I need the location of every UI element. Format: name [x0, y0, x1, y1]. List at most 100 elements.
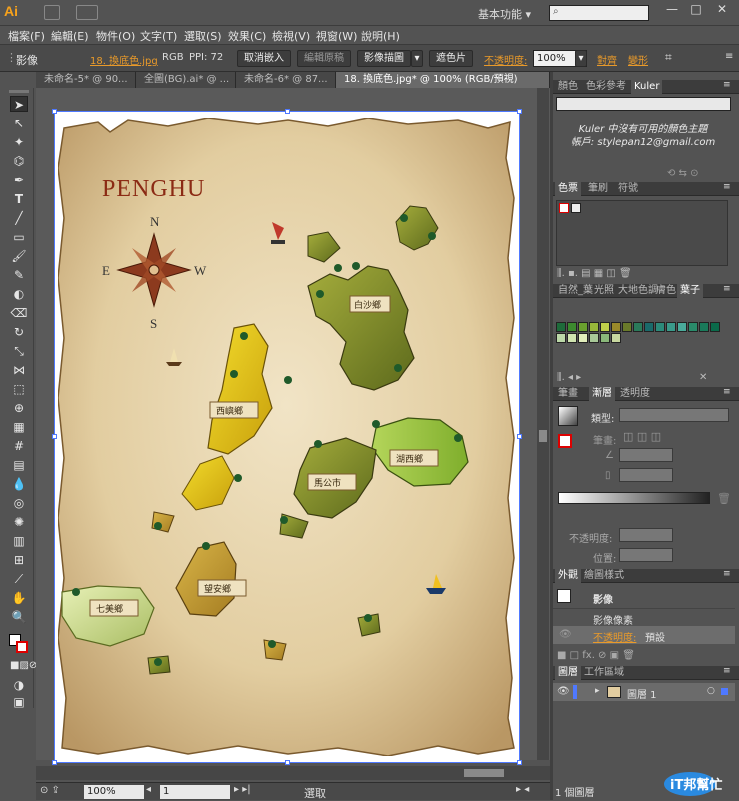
vertical-scrollbar[interactable] [537, 88, 549, 760]
pen-tool-icon[interactable]: ✒ [10, 172, 28, 188]
width-tool-icon[interactable]: ⋈ [10, 362, 28, 378]
tab-layers[interactable]: 圖層 [555, 666, 581, 680]
panel-menu-icon[interactable]: ≡ [723, 387, 731, 397]
edit-original-button[interactable]: 編輯原稿 [297, 50, 351, 67]
leaf-swatch[interactable] [666, 322, 676, 332]
symbol-sprayer-tool-icon[interactable]: ✺ [10, 514, 28, 530]
handle-tl[interactable] [52, 109, 57, 114]
leaf-swatch[interactable] [677, 322, 687, 332]
tab-stroke[interactable]: 筆畫 [555, 387, 581, 401]
menu-effect[interactable]: 效果(C) [228, 28, 266, 44]
panel-menu-icon[interactable]: ≡ [723, 182, 731, 192]
lasso-tool-icon[interactable]: ⌬ [10, 153, 28, 169]
horizontal-scrollbar[interactable] [36, 766, 550, 780]
library-close-icon[interactable]: ✕ [699, 372, 707, 383]
menu-view[interactable]: 檢視(V) [272, 28, 310, 44]
shape-builder-tool-icon[interactable]: ⊕ [10, 400, 28, 416]
toolbox-grip[interactable] [9, 90, 29, 93]
appearance-row-opacity[interactable]: 👁 不透明度: 預設 [553, 626, 735, 644]
doc-tab-3[interactable]: 未命名-6* @ 87... [236, 72, 336, 88]
menu-help[interactable]: 說明(H) [361, 28, 400, 44]
handle-tm[interactable] [285, 109, 290, 114]
appearance-opacity-link[interactable]: 不透明度: [593, 629, 636, 644]
appearance-row-pixels[interactable]: 影像像素 [553, 608, 735, 627]
layer-row[interactable]: 👁 ▸ 圖層 1 ○ [553, 683, 735, 701]
visibility-eye-icon[interactable]: 👁 [559, 629, 572, 640]
trace-preset-dropdown[interactable]: ▾ [411, 50, 423, 67]
menu-select[interactable]: 選取(S) [184, 28, 222, 44]
artboard-number-field[interactable]: 1 [160, 785, 230, 799]
graph-tool-icon[interactable]: ▥ [10, 533, 28, 549]
type-tool-icon[interactable]: T [10, 191, 28, 207]
gradient-opacity-field[interactable] [619, 528, 673, 542]
gradient-slider[interactable] [558, 492, 710, 504]
leaf-swatch[interactable] [611, 333, 621, 343]
panel-menu-icon[interactable]: ≡ [723, 666, 731, 676]
slice-tool-icon[interactable]: ⟋ [10, 571, 28, 587]
blob-brush-tool-icon[interactable]: ◐ [10, 286, 28, 302]
panel-menu-icon[interactable]: ≡ [723, 569, 731, 579]
leaf-swatch[interactable] [556, 333, 566, 343]
handle-bl[interactable] [52, 760, 57, 765]
handle-br[interactable] [517, 760, 522, 765]
appearance-footer-icons[interactable]: ■ □ fx. ⊘ ▣ 🗑 [557, 650, 635, 661]
tab-artboards[interactable]: 工作區域 [581, 666, 627, 680]
leaf-swatch[interactable] [611, 322, 621, 332]
color-mode-icon[interactable]: ■▨⊘ [10, 658, 37, 674]
opacity-label[interactable]: 不透明度: [484, 52, 527, 67]
leaf-swatch[interactable] [578, 333, 588, 343]
menu-type[interactable]: 文字(T) [140, 28, 177, 44]
layer-name[interactable]: 圖層 1 [627, 686, 657, 701]
leaf-swatch[interactable] [556, 322, 566, 332]
tab-graphic-styles[interactable]: 繪圖樣式 [581, 569, 627, 583]
bridge-icon[interactable] [44, 5, 60, 20]
stroke-swatch-icon[interactable] [16, 641, 28, 653]
tab-color[interactable]: 顏色 [555, 80, 581, 94]
mesh-tool-icon[interactable]: # [10, 438, 28, 454]
doc-tab-active[interactable]: 18. 換底色.jpg* @ 100% (RGB/預視) [336, 72, 550, 88]
pencil-tool-icon[interactable]: ✎ [10, 267, 28, 283]
minimize-button[interactable]: — [660, 2, 684, 16]
close-button[interactable]: ✕ [710, 2, 734, 16]
leaf-swatch[interactable] [589, 322, 599, 332]
free-transform-tool-icon[interactable]: ⬚ [10, 381, 28, 397]
panel-menu-icon[interactable]: ≡ [723, 284, 731, 294]
swatches-footer-icons[interactable]: ⫼. ▪. ▤ ▦ ◫ 🗑 [557, 268, 632, 279]
linked-file-link[interactable]: 18. 換底色.jpg [90, 52, 158, 67]
selection-tool-icon[interactable]: ➤ [10, 96, 28, 112]
scale-tool-icon[interactable]: ⤡ [10, 343, 28, 359]
tab-transparency[interactable]: 透明度 [617, 387, 653, 401]
layer-visibility-icon[interactable]: 👁 [557, 686, 570, 697]
gradient-angle-field[interactable] [619, 448, 673, 462]
leaf-swatch[interactable] [567, 322, 577, 332]
artboard-tool-icon[interactable]: ⊞ [10, 552, 28, 568]
help-search-input[interactable]: ⌕ [549, 5, 649, 21]
layer-selection-indicator[interactable] [721, 688, 728, 695]
status-menu-icon[interactable]: ▸ ◂ [516, 784, 529, 795]
kuler-search-input[interactable] [556, 97, 731, 111]
layer-expand-icon[interactable]: ▸ [595, 686, 600, 696]
leaf-swatch[interactable] [600, 333, 610, 343]
menu-edit[interactable]: 編輯(E) [51, 28, 89, 44]
gradient-aspect-field[interactable] [619, 468, 673, 482]
gradient-position-field[interactable] [619, 548, 673, 562]
tab-gradient[interactable]: 漸層 [589, 387, 615, 401]
menu-window[interactable]: 視窗(W) [316, 28, 357, 44]
handle-bm[interactable] [285, 760, 290, 765]
transform-link[interactable]: 變形 [628, 52, 648, 67]
arrange-documents-icon[interactable] [76, 5, 98, 20]
leaf-swatch[interactable] [578, 322, 588, 332]
leaf-swatch[interactable] [655, 322, 665, 332]
line-tool-icon[interactable]: ╱ [10, 210, 28, 226]
isolate-icon[interactable]: ⌗ [665, 50, 672, 65]
doc-tab-2[interactable]: 全圖(BG).ai* @ ... [136, 72, 236, 88]
layer-target-icon[interactable]: ○ [707, 686, 715, 696]
rectangle-tool-icon[interactable]: ▭ [10, 229, 28, 245]
paintbrush-tool-icon[interactable]: 🖌 [10, 248, 28, 264]
fill-stroke-swatches[interactable] [9, 634, 29, 654]
tab-lib-light[interactable]: 光照 [591, 284, 617, 298]
tab-appearance[interactable]: 外觀 [555, 569, 581, 583]
panel-menu-icon[interactable]: ≡ [723, 80, 731, 90]
opacity-dropdown[interactable]: ▾ [575, 50, 587, 67]
delete-stop-icon[interactable]: 🗑 [717, 492, 731, 505]
